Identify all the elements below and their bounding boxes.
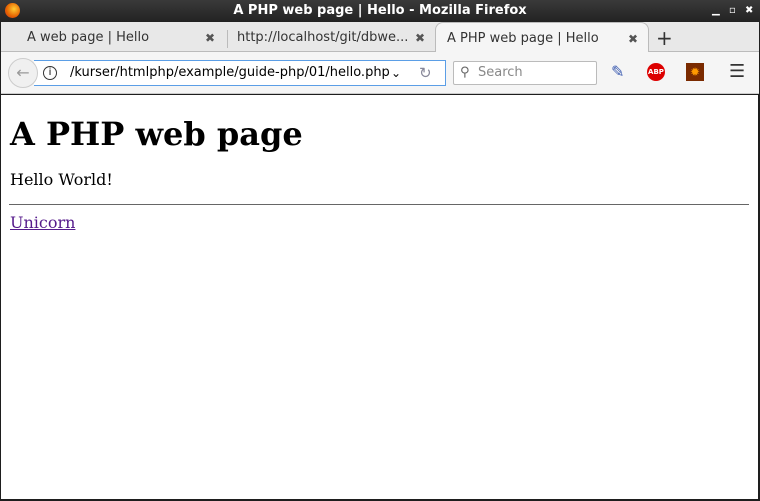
reload-icon[interactable]: ↻ (419, 61, 432, 85)
tab-label: A PHP web page | Hello (447, 31, 599, 46)
nav-bar: i /kurser/htmlphp/example/guide-php/01/h… (1, 52, 759, 94)
hamburger-menu-icon[interactable]: ☰ (729, 63, 747, 81)
window-title: A PHP web page | Hello - Mozilla Firefox (233, 3, 527, 18)
firefox-logo-icon (5, 3, 20, 18)
page-paragraph: Hello World! (10, 170, 113, 189)
search-placeholder: Search (478, 65, 523, 80)
url-text[interactable]: /kurser/htmlphp/example/guide-php/01/hel… (70, 61, 390, 85)
divider (9, 204, 749, 205)
tab-label: A web page | Hello (27, 30, 150, 45)
page-content: A PHP web page Hello World! Unicorn (1, 95, 758, 499)
tab-bar: A web page | Hello ✖ http://localhost/git… (1, 22, 759, 54)
back-button[interactable]: ← (8, 58, 38, 88)
close-tab-icon[interactable]: ✖ (415, 22, 425, 54)
close-tab-icon[interactable]: ✖ (628, 23, 638, 55)
tab-1[interactable]: A web page | Hello ✖ (3, 22, 225, 52)
adblock-label: ABP (648, 68, 664, 76)
url-bar[interactable]: i /kurser/htmlphp/example/guide-php/01/h… (34, 60, 446, 86)
tab-2[interactable]: http://localhost/git/dbwe... ✖ (213, 22, 435, 52)
tab-label: http://localhost/git/dbwe... (237, 30, 409, 45)
extension-gear-icon[interactable]: ✹ (686, 63, 704, 81)
close-window-button[interactable]: ✖ (745, 0, 753, 22)
search-input[interactable]: ⚲ Search (453, 61, 597, 85)
eyedropper-icon[interactable]: ✎ (611, 63, 629, 81)
chevron-down-icon[interactable]: ⌄ (391, 61, 401, 85)
minimize-button[interactable]: ▁ (712, 0, 720, 22)
title-bar: A PHP web page | Hello - Mozilla Firefox… (0, 0, 760, 22)
search-icon: ⚲ (460, 65, 470, 80)
page-heading: A PHP web page (10, 115, 303, 153)
maximize-button[interactable]: ▫ (729, 0, 736, 22)
tab-3-active[interactable]: A PHP web page | Hello ✖ (435, 22, 649, 53)
unicorn-link[interactable]: Unicorn (10, 213, 75, 232)
new-tab-button[interactable]: + (656, 22, 673, 54)
info-icon[interactable]: i (43, 66, 57, 80)
adblock-icon[interactable]: ABP (647, 63, 665, 81)
